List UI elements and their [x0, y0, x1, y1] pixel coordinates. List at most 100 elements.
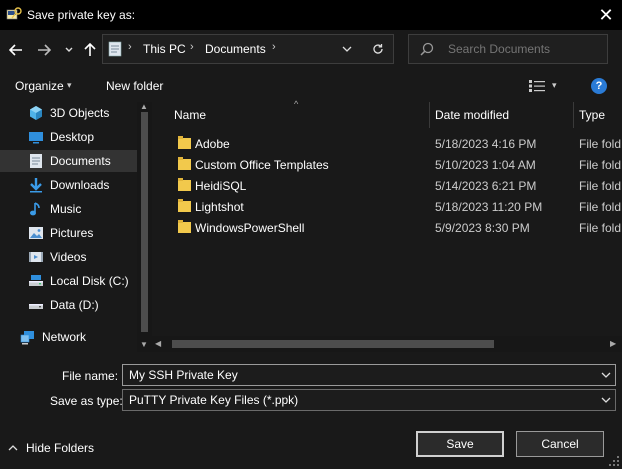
- sidebar-item-data-d[interactable]: Data (D:): [0, 294, 137, 316]
- file-type: File fold: [579, 221, 622, 235]
- file-row[interactable]: HeidiSQL 5/14/2023 6:21 PM File fold: [167, 175, 622, 196]
- filename-input[interactable]: [122, 364, 616, 386]
- filename-label: File name:: [62, 369, 119, 383]
- sidebar-item-label: Downloads: [50, 178, 110, 192]
- search-input[interactable]: [448, 42, 598, 56]
- sidebar-item-desktop[interactable]: Desktop: [0, 126, 137, 148]
- sidebar-item-label: Videos: [50, 250, 87, 264]
- sidebar-item-label: 3D Objects: [50, 106, 110, 120]
- back-button[interactable]: [6, 40, 26, 60]
- file-name: Lightshot: [195, 200, 244, 214]
- sidebar-item-label: Documents: [50, 154, 111, 168]
- refresh-button[interactable]: [368, 40, 388, 58]
- back-arrow-icon: [9, 44, 22, 56]
- search-icon: [420, 42, 434, 56]
- address-history-dropdown[interactable]: [338, 40, 356, 58]
- breadcrumb-separator[interactable]: ›: [128, 41, 132, 53]
- file-type: File fold: [579, 137, 622, 151]
- sidebar-item-downloads[interactable]: Downloads: [0, 174, 137, 196]
- sidebar-scroll-thumb[interactable]: [141, 112, 148, 332]
- new-folder-button[interactable]: New folder: [106, 79, 163, 93]
- network-icon: [20, 329, 36, 345]
- sidebar-item-label: Network: [42, 330, 87, 344]
- documents-location-icon: [108, 41, 122, 57]
- documents-icon: [28, 153, 44, 169]
- breadcrumb-documents[interactable]: Documents: [205, 42, 266, 56]
- hide-folders-label: Hide Folders: [26, 441, 95, 455]
- file-type: File fold: [579, 158, 622, 172]
- column-divider[interactable]: [429, 102, 430, 128]
- folder-icon: [178, 157, 191, 171]
- column-header-name[interactable]: Name: [174, 108, 206, 122]
- scroll-down-arrow-icon[interactable]: ▼: [140, 340, 148, 349]
- file-type: File fold: [579, 179, 622, 193]
- horizontal-scroll-thumb[interactable]: [172, 340, 494, 348]
- sidebar-item-videos[interactable]: Videos: [0, 246, 137, 268]
- folder-icon: [178, 136, 191, 150]
- chevron-up-icon: [8, 443, 18, 453]
- chevron-down-icon: [65, 47, 73, 52]
- breadcrumb-this-pc[interactable]: This PC: [143, 42, 186, 56]
- column-divider[interactable]: [573, 102, 574, 128]
- putty-key-icon: [6, 6, 22, 22]
- sidebar-item-label: Local Disk (C:): [50, 274, 129, 288]
- filetype-label: Save as type:: [50, 394, 123, 408]
- view-dropdown-chevron-icon[interactable]: ▾: [552, 80, 557, 91]
- drive-icon: [28, 297, 44, 313]
- file-row[interactable]: Custom Office Templates 5/10/2023 1:04 A…: [167, 154, 622, 175]
- filetype-dropdown-chevron-icon[interactable]: [601, 395, 611, 405]
- sort-ascending-icon: ^: [294, 99, 299, 109]
- forward-button[interactable]: [34, 40, 54, 60]
- save-button[interactable]: Save: [416, 431, 504, 457]
- file-name: HeidiSQL: [195, 179, 247, 193]
- recent-locations-button[interactable]: [62, 40, 76, 60]
- file-date: 5/14/2023 6:21 PM: [435, 179, 537, 193]
- sidebar-item-label: Pictures: [50, 226, 94, 240]
- filetype-select[interactable]: PuTTY Private Key Files (*.ppk): [122, 389, 616, 411]
- sidebar-item-music[interactable]: Music: [0, 198, 137, 220]
- file-name: Adobe: [195, 137, 230, 151]
- breadcrumb-separator[interactable]: ›: [190, 41, 194, 53]
- column-header-type[interactable]: Type: [579, 108, 605, 122]
- help-button[interactable]: ?: [591, 78, 607, 94]
- organize-button[interactable]: Organize: [15, 79, 64, 93]
- cancel-button[interactable]: Cancel: [516, 431, 604, 457]
- sidebar-item-label: Desktop: [50, 130, 95, 144]
- forward-arrow-icon: [38, 44, 51, 56]
- resize-grip-icon[interactable]: [608, 455, 620, 467]
- file-date: 5/18/2023 11:20 PM: [435, 200, 543, 214]
- file-row[interactable]: Lightshot 5/18/2023 11:20 PM File fold: [167, 196, 622, 217]
- sidebar-item-3d-objects[interactable]: 3D Objects: [0, 102, 137, 124]
- folder-icon: [178, 178, 191, 192]
- window-title: Save private key as:: [27, 8, 136, 22]
- file-name: Custom Office Templates: [195, 158, 329, 172]
- videos-icon: [28, 249, 44, 265]
- up-button[interactable]: [80, 40, 100, 60]
- music-icon: [28, 201, 44, 217]
- up-arrow-icon: [84, 43, 96, 56]
- sidebar-item-label: Data (D:): [50, 298, 99, 312]
- chevron-down-icon[interactable]: ▾: [67, 80, 72, 91]
- sidebar-item-network[interactable]: Network: [0, 326, 137, 348]
- file-date: 5/9/2023 8:30 PM: [435, 221, 530, 235]
- breadcrumb-separator[interactable]: ›: [272, 41, 276, 53]
- scroll-right-arrow-icon[interactable]: ▶: [610, 339, 616, 348]
- scroll-up-arrow-icon[interactable]: ▲: [140, 102, 148, 111]
- file-row[interactable]: Adobe 5/18/2023 4:16 PM File fold: [167, 133, 622, 154]
- pictures-icon: [28, 225, 44, 241]
- chevron-down-icon: [342, 46, 352, 52]
- drive-icon: [28, 273, 44, 289]
- filename-dropdown-chevron-icon[interactable]: [601, 370, 611, 380]
- folder-icon: [178, 199, 191, 213]
- file-date: 5/18/2023 4:16 PM: [435, 137, 537, 151]
- column-header-date-modified[interactable]: Date modified: [435, 108, 509, 122]
- close-button[interactable]: ✕: [590, 2, 622, 28]
- sidebar-item-local-disk-c[interactable]: Local Disk (C:): [0, 270, 137, 292]
- sidebar-item-documents[interactable]: Documents: [0, 150, 137, 172]
- file-row[interactable]: WindowsPowerShell 5/9/2023 8:30 PM File …: [167, 217, 622, 238]
- sidebar-item-pictures[interactable]: Pictures: [0, 222, 137, 244]
- scroll-left-arrow-icon[interactable]: ◀: [155, 339, 161, 348]
- hide-folders-toggle[interactable]: Hide Folders: [8, 441, 94, 455]
- view-options-icon[interactable]: [528, 79, 546, 93]
- sidebar-item-label: Music: [50, 202, 82, 216]
